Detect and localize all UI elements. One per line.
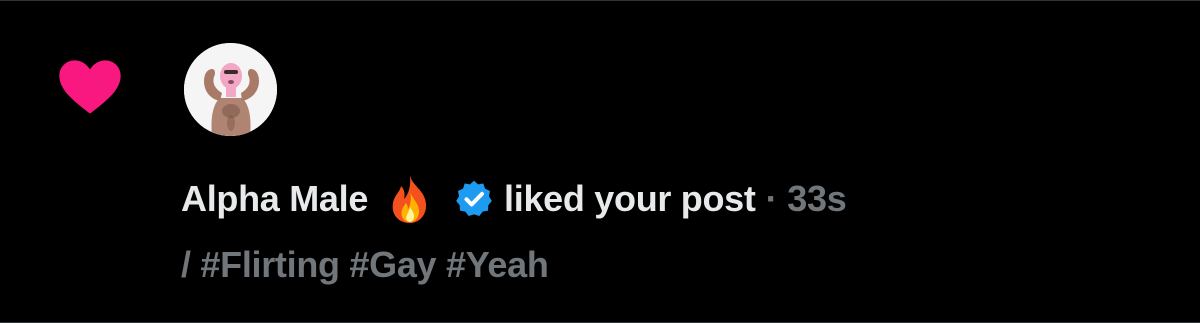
- user-name[interactable]: Alpha Male: [181, 169, 368, 229]
- timestamp[interactable]: 33s: [787, 169, 846, 229]
- notification-text: Alpha Male liked your post · 33s: [181, 169, 847, 229]
- avatar[interactable]: [184, 43, 277, 136]
- verified-badge-icon[interactable]: [454, 179, 494, 219]
- post-preview[interactable]: / #Flirting #Gay #Yeah: [181, 235, 549, 295]
- dot-separator: ·: [765, 178, 778, 219]
- like-notification[interactable]: Alpha Male liked your post · 33s / #Flir…: [0, 0, 1200, 323]
- action-text: liked your post: [504, 178, 756, 219]
- fire-emoji-icon: [392, 175, 427, 223]
- avatar-photo: [184, 43, 277, 136]
- heart-icon: [59, 60, 121, 114]
